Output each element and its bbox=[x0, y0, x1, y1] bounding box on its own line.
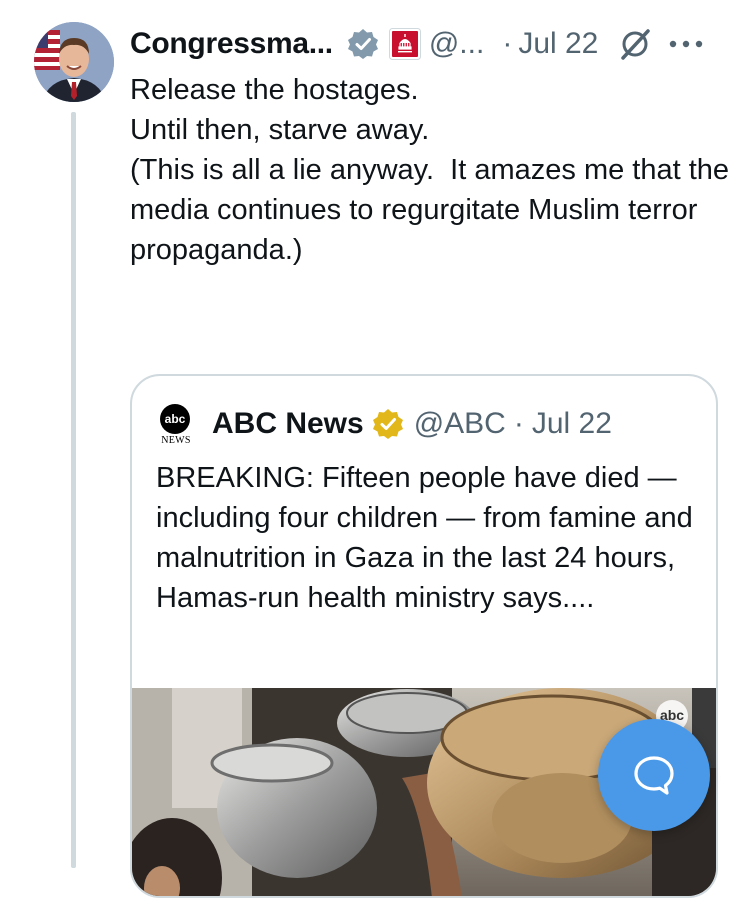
grok-icon[interactable] bbox=[618, 27, 652, 61]
more-options-icon[interactable] bbox=[668, 39, 704, 49]
quoted-text: BREAKING: Fifteen people have died — inc… bbox=[156, 462, 693, 614]
tweet-text-line: Release the hostages. bbox=[130, 74, 419, 106]
thread-line bbox=[71, 112, 76, 868]
author-avatar[interactable] bbox=[34, 22, 114, 102]
compose-reply-button[interactable] bbox=[598, 719, 710, 831]
verified-badge-icon[interactable] bbox=[347, 28, 379, 60]
abc-news-avatar[interactable]: abc NEWS bbox=[156, 402, 196, 446]
quoted-date[interactable]: Jul 22 bbox=[532, 407, 612, 441]
tweet-text-line: (This is all a lie anyway. It amazes me … bbox=[130, 154, 738, 266]
avatar-portrait bbox=[34, 22, 114, 102]
separator-dot: · bbox=[502, 27, 513, 60]
quoted-author-name[interactable]: ABC News bbox=[212, 407, 364, 441]
tweet-text-line: Until then, starve away. bbox=[130, 114, 430, 146]
abc-logo: abc bbox=[160, 404, 190, 434]
author-handle[interactable]: @... bbox=[429, 27, 484, 61]
tweet-header: Congressma... @... · Jul 22 bbox=[130, 22, 730, 66]
tweet-date[interactable]: Jul 22 bbox=[518, 27, 598, 61]
gold-verified-badge-icon[interactable] bbox=[372, 408, 404, 440]
quoted-handle[interactable]: @ABC bbox=[414, 407, 506, 441]
quoted-header: abc NEWS ABC News @ABC · Jul 22 bbox=[156, 402, 612, 446]
author-name[interactable]: Congressma... bbox=[130, 27, 333, 61]
tweet-text: Release the hostages. Until then, starve… bbox=[130, 70, 730, 270]
capitol-affiliation-icon[interactable] bbox=[388, 28, 421, 60]
chat-bubble-icon bbox=[634, 756, 674, 795]
quoted-separator-dot: · bbox=[513, 407, 524, 440]
abc-logo-news: NEWS bbox=[161, 435, 191, 446]
